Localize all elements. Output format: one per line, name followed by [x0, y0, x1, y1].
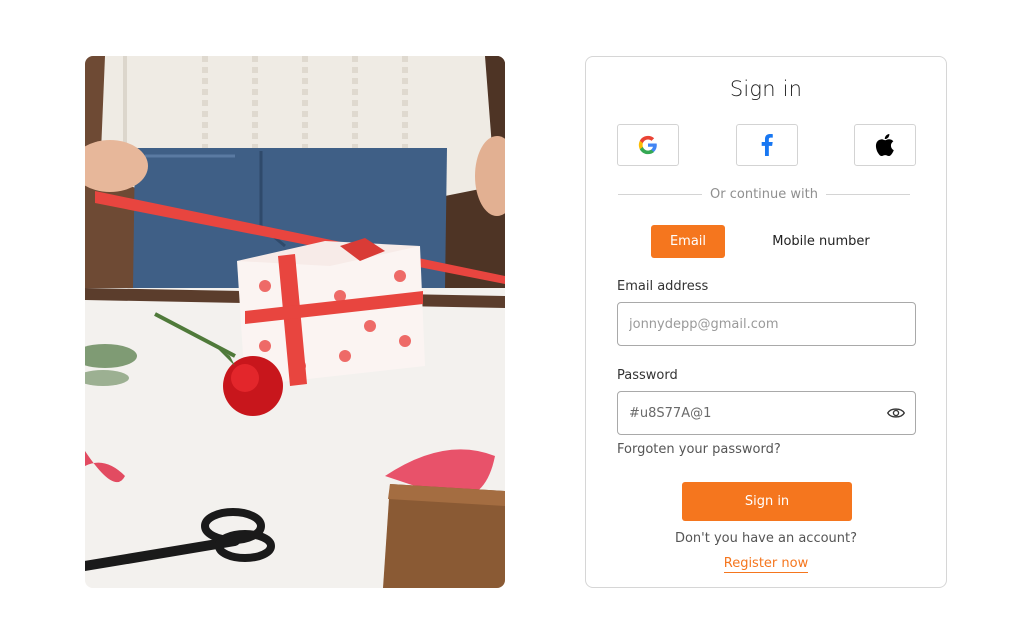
- register-link[interactable]: Register now: [723, 556, 809, 573]
- tab-mobile-number[interactable]: Mobile number: [762, 225, 880, 258]
- google-icon: [638, 135, 657, 155]
- hero-photo: [85, 56, 505, 588]
- email-label: Email address: [617, 279, 709, 294]
- continue-with-divider: Or continue with: [618, 187, 910, 202]
- tab-email[interactable]: Email: [651, 225, 725, 258]
- password-field-wrapper: [617, 391, 916, 435]
- no-account-text: Don't you have an account?: [674, 531, 858, 546]
- gift-wrapping-photo: [85, 56, 505, 588]
- google-sign-in-button[interactable]: [617, 124, 679, 166]
- page-title: Sign in: [729, 77, 803, 101]
- divider-line-right: [826, 194, 910, 195]
- apple-sign-in-button[interactable]: [854, 124, 916, 166]
- eye-icon[interactable]: [887, 406, 905, 420]
- facebook-sign-in-button[interactable]: [736, 124, 798, 166]
- sign-in-card: Sign in Or continue with Email Mobile nu…: [585, 56, 947, 588]
- register-row: Register now: [586, 556, 946, 573]
- sign-in-button[interactable]: Sign in: [682, 482, 852, 521]
- email-field-wrapper: [617, 302, 916, 346]
- forgot-password-link[interactable]: Forgoten your password?: [617, 442, 781, 457]
- facebook-icon: [761, 134, 773, 156]
- password-label: Password: [617, 368, 678, 383]
- apple-icon: [875, 134, 894, 156]
- password-field[interactable]: [618, 392, 915, 434]
- email-field[interactable]: [618, 303, 915, 345]
